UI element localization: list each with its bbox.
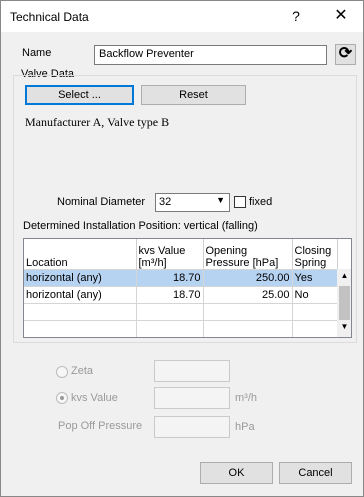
zeta-label: Zeta <box>71 365 94 377</box>
scrollbar-thumb[interactable] <box>339 286 350 320</box>
location-table: Location kvs Value [m³/h] Opening Pressu… <box>23 238 352 338</box>
installation-position-text: Determined Installation Position: vertic… <box>23 220 258 232</box>
col-header-location[interactable]: Location <box>24 239 137 270</box>
popoff-unit: hPa <box>235 421 255 433</box>
reset-button[interactable]: Reset <box>141 85 246 105</box>
refresh-button[interactable]: ⟳ <box>335 44 356 65</box>
dialog-title: Technical Data <box>10 10 89 24</box>
kvs-unit: m³/h <box>235 392 257 404</box>
valve-description: Manufacturer A, Valve type B <box>25 115 170 129</box>
kvs-input[interactable] <box>154 387 230 409</box>
fixed-checkbox[interactable] <box>234 196 246 208</box>
chevron-down-icon: ▼ <box>216 195 225 205</box>
technical-data-dialog: Technical Data ? ✕ Name Backflow Prevent… <box>0 0 364 497</box>
cell-location: horizontal (any) <box>24 269 137 287</box>
zeta-radio[interactable] <box>56 366 68 378</box>
kvs-label: kvs Value <box>71 392 118 404</box>
cell-kvs: 18.70 <box>136 286 204 304</box>
nominal-diameter-select[interactable]: 32 ▼ <box>155 193 230 212</box>
cell-location: horizontal (any) <box>24 286 137 304</box>
table-row-empty <box>24 303 338 321</box>
nominal-diameter-value: 32 <box>159 196 172 208</box>
close-button[interactable]: ✕ <box>329 5 353 27</box>
select-button[interactable]: Select ... <box>25 85 134 105</box>
cell-closing-spring: Yes <box>292 269 338 287</box>
cell-opening-pressure: 250.00 <box>203 269 293 287</box>
title-bar: Technical Data ? ✕ <box>1 1 363 32</box>
cell-opening-pressure: 25.00 <box>203 286 293 304</box>
help-button[interactable]: ? <box>286 6 306 26</box>
refresh-icon: ⟳ <box>338 45 353 62</box>
table-header-row: Location kvs Value [m³/h] Opening Pressu… <box>24 239 338 270</box>
kvs-radio[interactable] <box>56 392 68 404</box>
fixed-label: fixed <box>249 196 273 208</box>
name-field[interactable]: Backflow Preventer <box>94 45 327 65</box>
ok-button[interactable]: OK <box>200 462 273 484</box>
cell-kvs: 18.70 <box>136 269 204 287</box>
name-label: Name <box>22 47 52 59</box>
table-row[interactable]: horizontal (any) 18.70 250.00 Yes <box>24 269 338 287</box>
col-header-opening-pressure[interactable]: Opening Pressure [hPa] <box>203 239 293 270</box>
popoff-label: Pop Off Pressure <box>58 420 143 432</box>
cell-closing-spring: No <box>292 286 338 304</box>
table-row-empty <box>24 320 338 337</box>
zeta-input[interactable] <box>154 360 230 382</box>
scroll-up-icon[interactable]: ▲ <box>337 271 351 283</box>
table-scrollbar[interactable]: ▲ ▼ <box>337 269 351 337</box>
table-row[interactable]: horizontal (any) 18.70 25.00 No <box>24 286 338 304</box>
popoff-input[interactable] <box>154 416 230 438</box>
col-header-kvs[interactable]: kvs Value [m³/h] <box>136 239 204 270</box>
nominal-diameter-label: Nominal Diameter <box>57 196 146 208</box>
cancel-button[interactable]: Cancel <box>279 462 352 484</box>
col-header-closing-spring[interactable]: Closing Spring <box>292 239 338 270</box>
scroll-down-icon[interactable]: ▼ <box>337 322 351 334</box>
